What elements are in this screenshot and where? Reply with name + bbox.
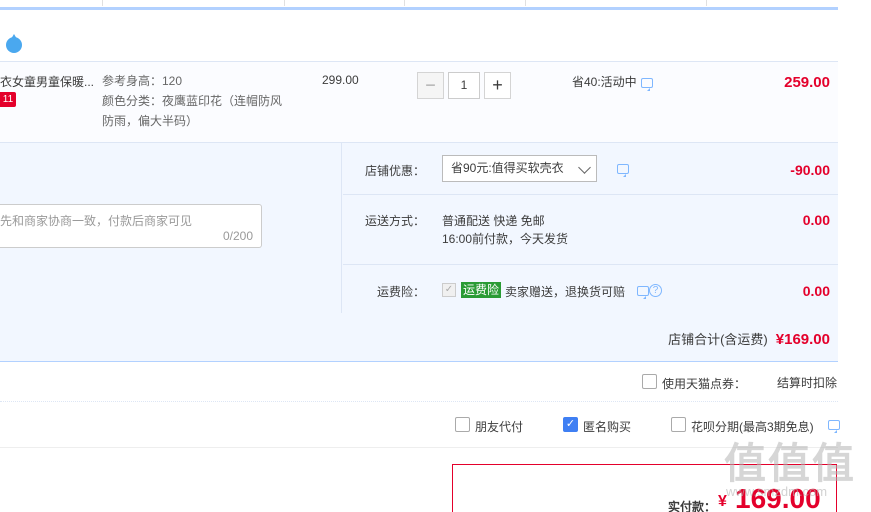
message-icon[interactable]	[828, 420, 840, 433]
tmall-points-note: 结算时扣除	[777, 376, 838, 390]
tmall-points-label: 使用天猫点券：	[662, 377, 747, 391]
memo-char-counter: 0/200	[222, 229, 253, 243]
quantity-decrease-button[interactable]: −	[417, 72, 444, 99]
item-discount-info: 省40:活动中	[572, 73, 653, 91]
item-total-price: 259.00	[784, 74, 830, 91]
tmall-points-checkbox[interactable]	[642, 374, 657, 389]
memo-placeholder: 先和商家协商一致，付款后商家可见	[0, 214, 193, 228]
quantity-input[interactable]: 1	[448, 72, 480, 99]
message-icon[interactable]	[617, 164, 629, 177]
item-title-link[interactable]: 衣女童男童保暖...	[0, 73, 100, 90]
insurance-label: 运费险：	[376, 285, 425, 299]
quantity-increase-button[interactable]: +	[484, 72, 511, 99]
store-coupon-selected: 省90元:值得买软壳衣	[451, 161, 564, 175]
item-discount-text: 省40:活动中	[572, 75, 637, 89]
shipping-row: 运送方式： 普通配送 快递 免邮 16:00前付款，今天发货 0.00	[343, 195, 838, 265]
insurance-checkbox: ✓	[442, 283, 456, 297]
payment-label: 实付款：	[668, 500, 717, 512]
shipping-method: 普通配送 快递 免邮	[442, 214, 545, 228]
tmall-points-row: 使用天猫点券： 结算时扣除	[0, 362, 838, 402]
watermark-logo: 值值值	[724, 440, 857, 487]
item-attr-height: 参考身高：120	[102, 74, 183, 88]
item-attr-color: 颜色分类：夜鹰蓝印花（连帽防风防雨，偏大半码）	[102, 94, 283, 128]
store-total-amount: ¥169.00	[775, 331, 830, 348]
friend-pay-checkbox[interactable]	[455, 417, 470, 432]
store-total: 店铺合计(含运费) ¥169.00	[668, 329, 830, 348]
column-divider	[525, 0, 526, 6]
message-icon[interactable]	[637, 286, 649, 299]
store-total-label: 店铺合计(含运费)	[668, 332, 768, 347]
column-divider	[706, 0, 707, 6]
chevron-down-icon	[578, 161, 591, 174]
column-divider	[284, 0, 285, 6]
wangwang-chat-icon[interactable]	[6, 34, 22, 53]
column-divider	[102, 0, 103, 6]
store-coupon-select[interactable]: 省90元:值得买软壳衣	[442, 155, 597, 182]
help-icon[interactable]: ?	[649, 284, 662, 297]
friend-pay-label: 朋友代付	[475, 420, 524, 434]
unit-price: 299.00	[322, 73, 359, 87]
watermark-url: www.smzdm.com	[726, 484, 828, 499]
insurance-amount: 0.00	[802, 283, 830, 299]
buyer-memo-input[interactable]: 先和商家协商一致，付款后商家可见 0/200	[0, 204, 262, 248]
message-icon[interactable]	[640, 77, 653, 91]
insurance-text: 卖家赠送，退换货可赔	[505, 285, 626, 299]
order-item-row: 衣女童男童保暖... 11 参考身高：120 颜色分类：夜鹰蓝印花（连帽防风防雨…	[0, 61, 838, 142]
anonymous-label: 匿名购买	[583, 420, 632, 434]
store-coupon-label: 店铺优惠：	[364, 164, 425, 178]
store-coupon-row: 店铺优惠： 省90元:值得买软壳衣 -90.00	[343, 143, 838, 195]
anonymous-checkbox[interactable]: ✓	[563, 417, 578, 432]
buyer-memo-panel: 先和商家协商一致，付款后商家可见 0/200	[0, 143, 342, 313]
column-header-bar	[0, 0, 838, 10]
store-summary-block: 先和商家协商一致，付款后商家可见 0/200 店铺优惠： 省90元:值得买软壳衣…	[0, 142, 838, 362]
shipping-label: 运送方式：	[364, 214, 425, 228]
insurance-badge: 运费险	[461, 282, 502, 298]
shipping-amount: 0.00	[802, 212, 830, 228]
shipping-insurance-row: 运费险： ✓ 运费险 卖家赠送，退换货可赔 ? 0.00	[343, 265, 838, 313]
huabei-checkbox[interactable]	[671, 417, 686, 432]
shipping-time: 16:00前付款，今天发货	[442, 232, 569, 246]
store-coupon-amount: -90.00	[790, 162, 830, 178]
promo-tag: 11	[0, 92, 16, 107]
shipping-detail: 普通配送 快递 免邮 16:00前付款，今天发货	[442, 212, 568, 248]
column-divider	[404, 0, 405, 6]
payment-options-row: 朋友代付 ✓ 匿名购买 花呗分期(最高3期免息)	[0, 402, 840, 448]
